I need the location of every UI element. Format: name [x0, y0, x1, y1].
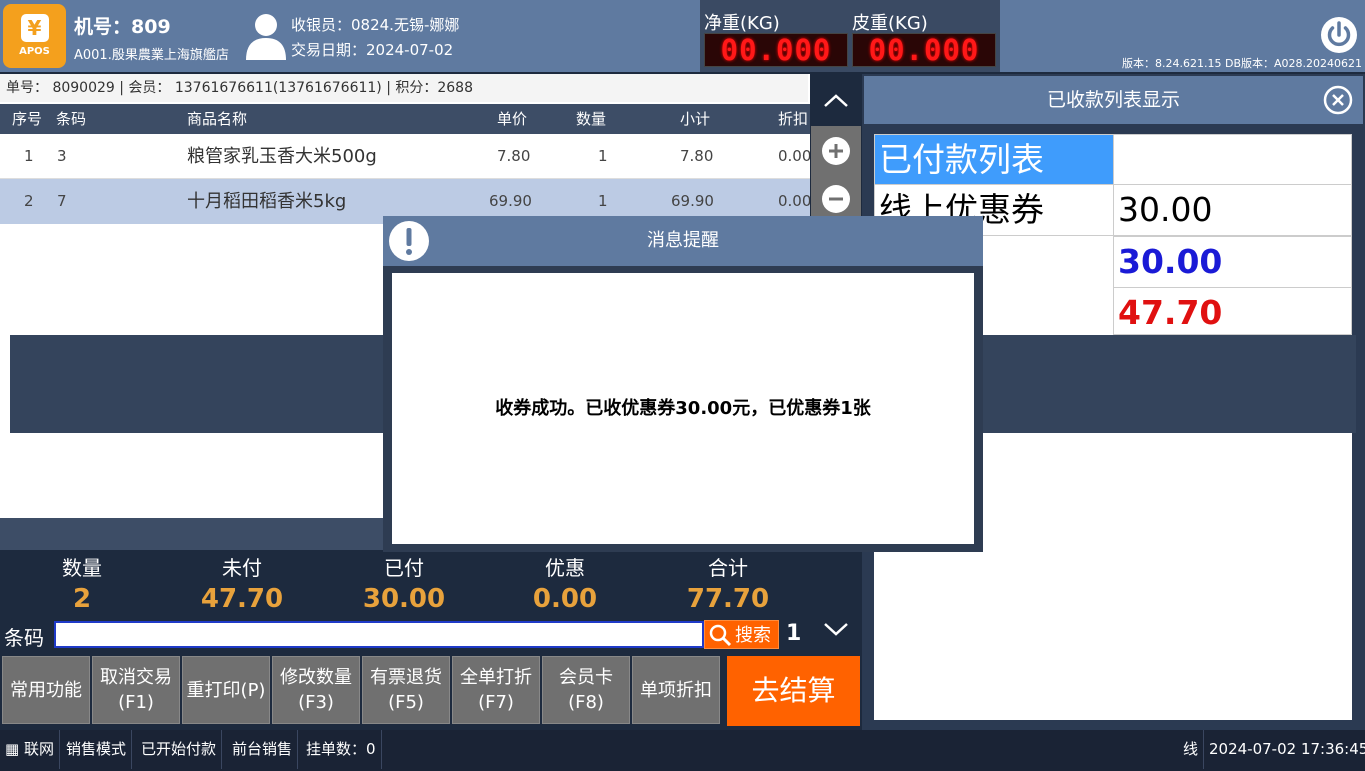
col-discount: 折扣 — [778, 110, 809, 128]
list-title-cell: 已付款列表 — [874, 134, 1114, 185]
payment-status: 已开始付款 — [136, 730, 223, 769]
cell-seq: 2 — [24, 192, 34, 210]
scroll-down-icon[interactable] — [811, 604, 861, 654]
col-name: 商品名称 — [187, 110, 248, 128]
apos-logo: ¥ APOS — [3, 4, 66, 68]
barcode-label: 条码 — [4, 626, 44, 650]
net-weight-display: 00.000 — [704, 33, 848, 67]
button-label: 单项折扣 — [640, 679, 712, 701]
dialog-title: 消息提醒 — [383, 216, 983, 266]
cell-code: 7 — [57, 192, 67, 210]
col-qty: 数量 — [576, 110, 607, 128]
return-button[interactable]: 有票退货 (F5) — [362, 656, 450, 724]
modify-qty-button[interactable]: 修改数量 (F3) — [272, 656, 360, 724]
cell-code: 3 — [57, 147, 67, 165]
unpaid-value: 47.70 — [200, 584, 284, 614]
button-key: (F5) — [388, 692, 424, 713]
status-bar: ▦ 联网 销售模式 已开始付款 前台销售 挂单数：0 线 2024-07-02 … — [0, 730, 1365, 771]
net-weight-label: 净重(KG) — [704, 13, 780, 34]
cancel-transaction-button[interactable]: 取消交易 (F1) — [92, 656, 180, 724]
cell-discount: 0.00 — [778, 147, 812, 165]
reprint-button[interactable]: 重打印(P) — [182, 656, 270, 724]
overlay-band — [10, 335, 385, 433]
col-price: 单价 — [497, 110, 528, 128]
tare-weight-label: 皮重(KG) — [852, 13, 928, 34]
barcode-input[interactable] — [54, 621, 704, 648]
col-seq: 序号 — [12, 110, 43, 128]
button-label: 常用功能 — [10, 679, 82, 701]
dialog-message[interactable]: 收券成功。已收优惠券30.00元，已优惠券1张 — [392, 273, 974, 544]
version-info: 版本：8.24.621.15 DB版本：A028.20240621 — [1122, 57, 1362, 70]
discount-value: 0.00 — [532, 584, 598, 614]
table-header: 序号 条码 商品名称 单价 数量 小计 折扣 — [0, 104, 810, 134]
line-indicator: 线 — [1183, 740, 1199, 758]
button-key: (F8) — [568, 692, 604, 713]
cell-price: 7.80 — [497, 147, 531, 165]
cell-name: 粮管家乳玉香大米500g — [187, 146, 377, 167]
trade-date: 交易日期：2024-07-02 — [291, 41, 454, 59]
paid-label: 已付 — [384, 556, 424, 580]
hold-count: 挂单数：0 — [301, 730, 382, 769]
button-label: 会员卡 — [559, 667, 613, 688]
plus-icon[interactable] — [811, 126, 861, 176]
cell-name: 十月稻田稻香米5kg — [187, 191, 347, 212]
discount-label: 优惠 — [545, 556, 585, 580]
network-icon: ▦ — [5, 740, 20, 758]
cell-qty: 1 — [598, 147, 608, 165]
total-label: 合计 — [708, 556, 748, 580]
col-subtotal: 小计 — [680, 110, 711, 128]
close-icon[interactable] — [1322, 84, 1354, 116]
store-name: A001.殷果農業上海旗艦店 — [74, 48, 229, 63]
member-card-button[interactable]: 会员卡 (F8) — [542, 656, 630, 724]
checkout-button[interactable]: 去结算 — [727, 656, 860, 726]
button-label: 修改数量 — [280, 667, 352, 688]
power-icon[interactable] — [1320, 16, 1358, 54]
logo-text: APOS — [19, 46, 50, 57]
totals-bar: 数量 2 未付 47.70 已付 30.00 优惠 0.00 合计 77.70 — [0, 550, 810, 618]
button-label: 重打印(P) — [186, 679, 266, 701]
table-row[interactable]: 1 3 粮管家乳玉香大米500g 7.80 1 7.80 0.00 — [0, 134, 812, 179]
button-label: 全单打折 — [460, 667, 532, 688]
total-value: 77.70 — [686, 584, 770, 614]
yen-icon: ¥ — [20, 14, 49, 42]
order-info: 单号： 8090029 | 会员： 13761676611(1376167661… — [0, 74, 808, 102]
scroll-up-icon[interactable] — [811, 76, 861, 126]
machine-number: 机号：809 — [74, 16, 171, 38]
user-icon — [246, 14, 286, 60]
button-key: (F1) — [118, 692, 154, 713]
qty-label: 数量 — [62, 556, 102, 580]
list-footer — [0, 518, 385, 550]
button-label: 有票退货 — [370, 667, 442, 688]
counter-status: 前台销售 — [227, 730, 299, 769]
warning-icon — [389, 221, 429, 261]
item-discount-button[interactable]: 单项折扣 — [632, 656, 720, 724]
button-key: (F3) — [298, 692, 334, 713]
cell-subtotal: 7.80 — [680, 147, 714, 165]
unpaid-label: 未付 — [222, 556, 262, 580]
search-icon — [709, 624, 732, 647]
tare-weight-display: 00.000 — [852, 33, 996, 67]
button-label: 取消交易 — [100, 667, 172, 688]
coupon-value: 30.00 — [1113, 184, 1352, 236]
panel-title: 已收款列表显示 — [864, 76, 1363, 124]
paid-value: 30.00 — [362, 584, 446, 614]
mode-status: 销售模式 — [61, 730, 133, 769]
network-label: 联网 — [23, 740, 54, 758]
button-key: (F7) — [478, 692, 514, 713]
empty-cell — [1113, 134, 1352, 185]
network-status: ▦ 联网 — [0, 730, 60, 769]
whole-discount-button[interactable]: 全单打折 (F7) — [452, 656, 540, 724]
paid-total: 30.00 — [1113, 236, 1352, 288]
common-functions-button[interactable]: 常用功能 — [2, 656, 90, 724]
cell-seq: 1 — [24, 147, 34, 165]
cashier-info: 收银员：0824.无锡-娜娜 — [291, 16, 460, 34]
clock: 2024-07-02 17:36:45 — [1203, 730, 1365, 769]
col-code: 条码 — [56, 110, 87, 128]
unpaid-total: 47.70 — [1113, 287, 1352, 335]
qty-value: 2 — [72, 584, 92, 614]
minus-icon[interactable] — [811, 176, 861, 216]
page-number: 1 — [786, 621, 802, 646]
